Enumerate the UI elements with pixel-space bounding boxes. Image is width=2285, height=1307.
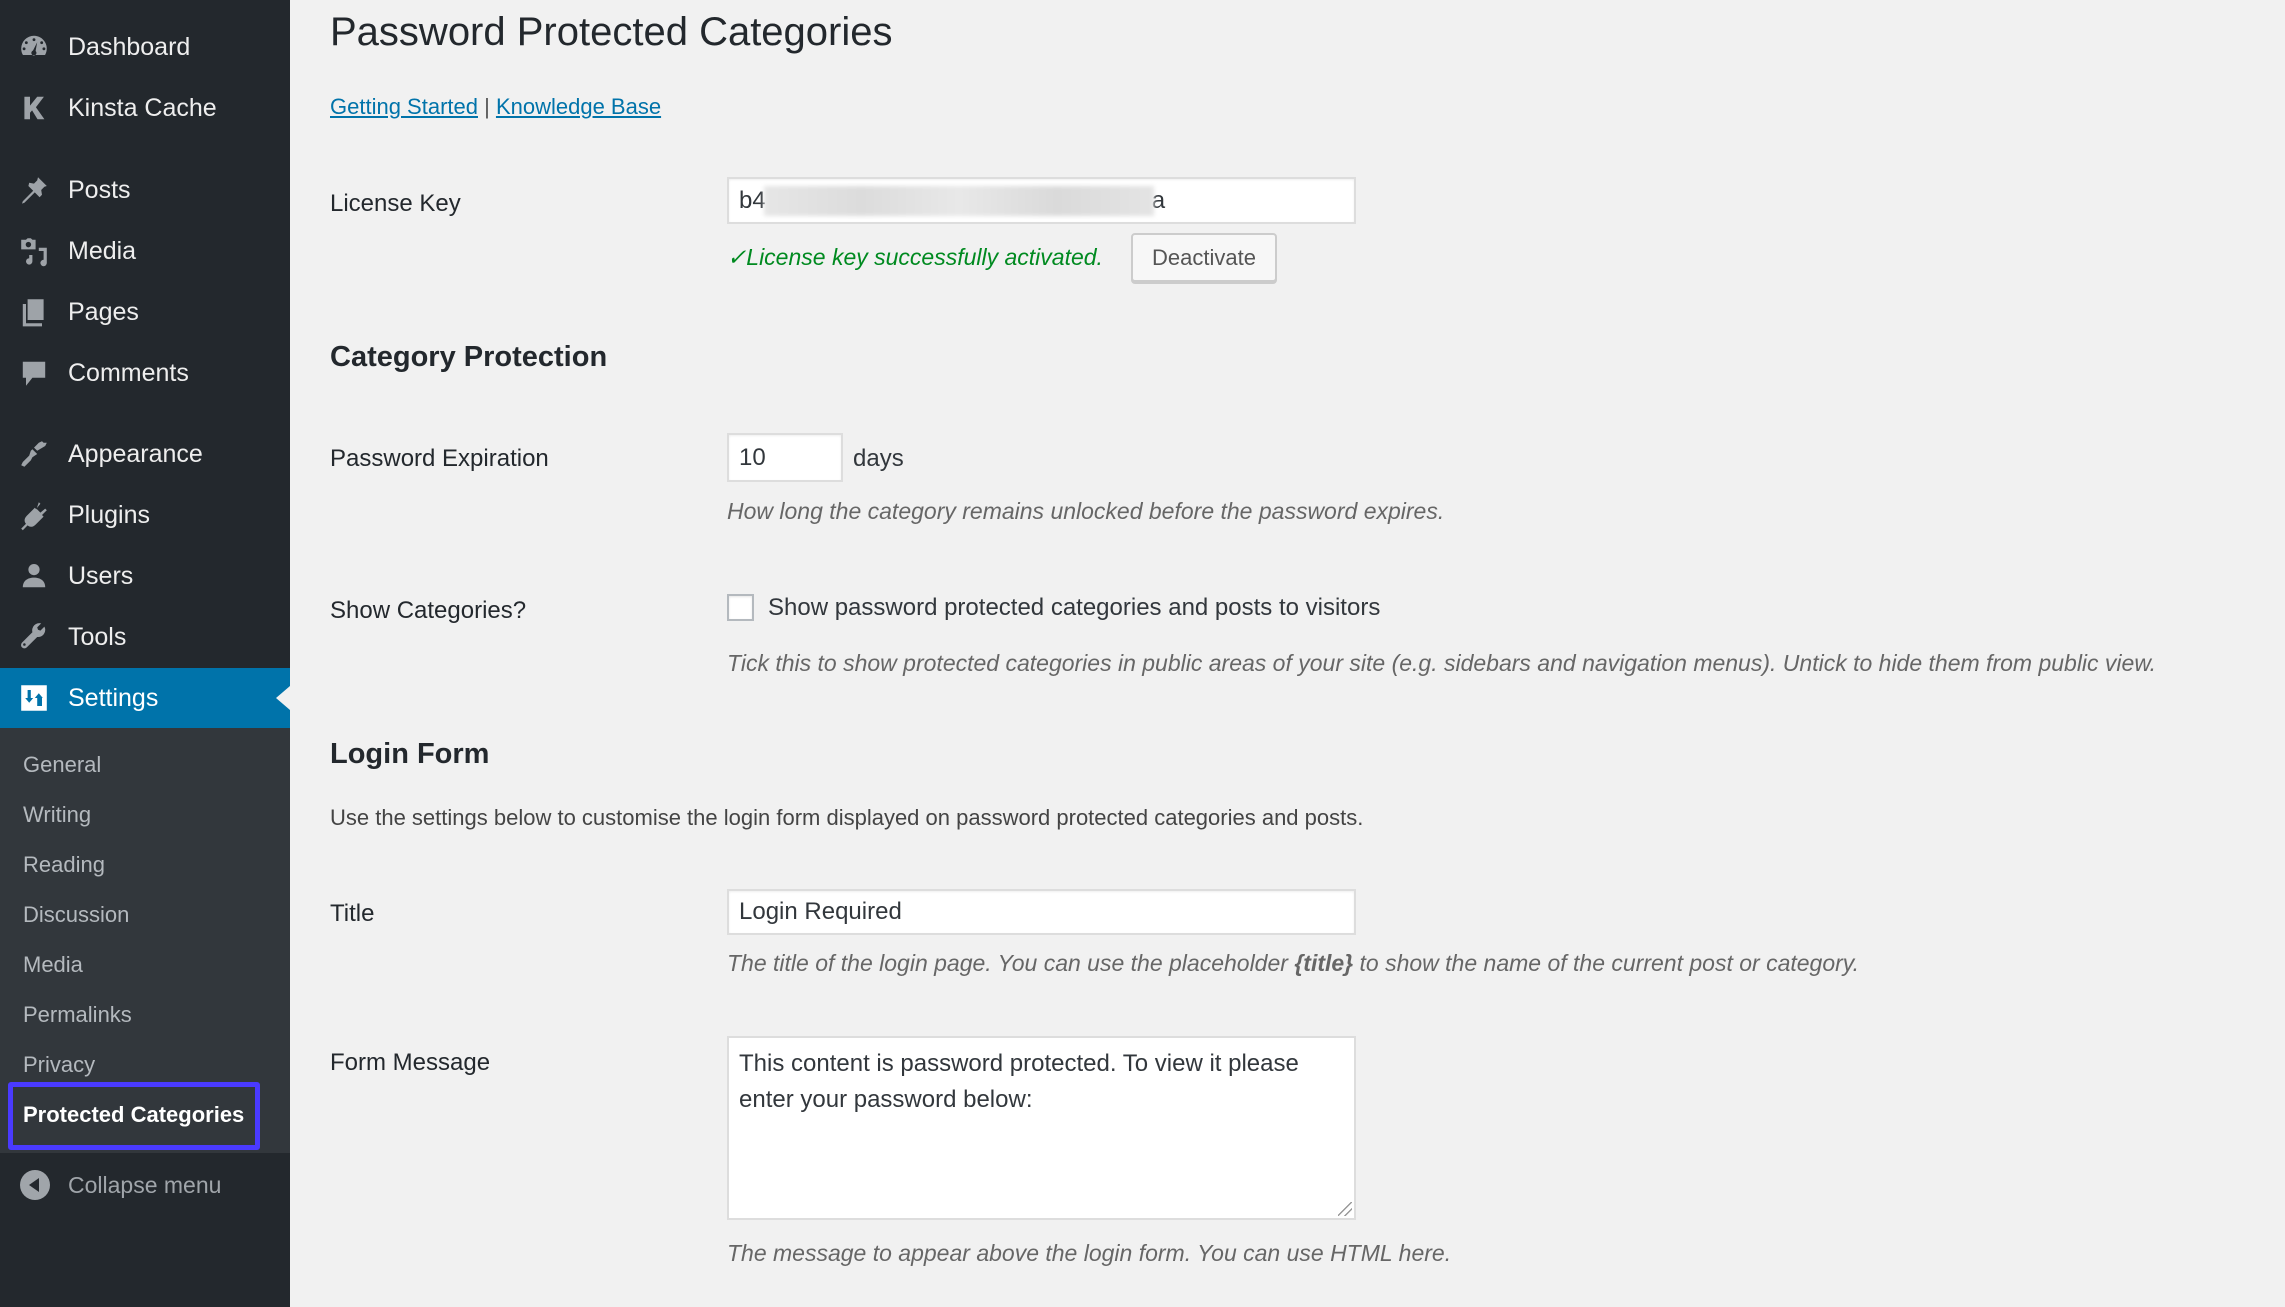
submenu-item-protected-categories[interactable]: Protected Categories bbox=[23, 1102, 244, 1128]
form-message-description: The message to appear above the login fo… bbox=[727, 1240, 1452, 1266]
help-links: Getting Started | Knowledge Base bbox=[330, 94, 661, 120]
license-key-redacted bbox=[763, 185, 1154, 216]
title-description: The title of the login page. You can use… bbox=[727, 950, 1859, 977]
password-expiration-input[interactable]: 10 bbox=[727, 433, 843, 482]
sidebar-item-label: Appearance bbox=[68, 439, 203, 468]
password-expiration-label: Password Expiration bbox=[330, 445, 549, 472]
getting-started-link[interactable]: Getting Started bbox=[330, 94, 478, 119]
show-categories-description: Tick this to show protected categories i… bbox=[727, 650, 2157, 676]
sidebar-item-plugins[interactable]: Plugins bbox=[0, 487, 290, 543]
brush-icon bbox=[16, 436, 52, 472]
main-content: Password Protected Categories Getting St… bbox=[290, 0, 2285, 1307]
sidebar-item-label: Comments bbox=[68, 358, 189, 387]
sidebar-item-label: Users bbox=[68, 561, 134, 590]
submenu-item-media[interactable]: Media bbox=[23, 952, 83, 978]
submenu-item-permalinks[interactable]: Permalinks bbox=[23, 1002, 132, 1028]
plug-icon bbox=[16, 497, 52, 533]
category-protection-heading: Category Protection bbox=[330, 341, 608, 373]
collapse-menu-label: Collapse menu bbox=[68, 1171, 222, 1198]
sidebar-item-label: Dashboard bbox=[68, 32, 191, 61]
pin-icon bbox=[16, 172, 52, 208]
sidebar-item-kinsta-cache[interactable]: Kinsta Cache bbox=[0, 80, 290, 136]
license-key-input[interactable]: b4 a bbox=[727, 177, 1356, 224]
submenu-item-reading[interactable]: Reading bbox=[23, 852, 105, 878]
form-message-label: Form Message bbox=[330, 1049, 491, 1076]
sidebar-item-dashboard[interactable]: Dashboard bbox=[0, 19, 290, 75]
form-message-textarea[interactable]: This content is password protected. To v… bbox=[727, 1036, 1356, 1220]
kinsta-icon bbox=[16, 90, 52, 126]
sidebar-item-label: Media bbox=[68, 236, 137, 265]
form-message-value: This content is password protected. To v… bbox=[739, 1050, 1299, 1113]
title-description-text: The title of the login page. You can use… bbox=[727, 950, 1295, 976]
show-categories-checkbox[interactable] bbox=[727, 594, 754, 621]
sidebar-item-pages[interactable]: Pages bbox=[0, 284, 290, 340]
submenu-item-discussion[interactable]: Discussion bbox=[23, 902, 129, 928]
sidebar-item-settings[interactable]: Settings bbox=[0, 668, 290, 728]
days-unit-label: days bbox=[853, 445, 904, 472]
sidebar-item-media[interactable]: Media bbox=[0, 223, 290, 279]
settings-icon bbox=[16, 680, 52, 716]
media-icon bbox=[16, 233, 52, 269]
knowledge-base-link[interactable]: Knowledge Base bbox=[496, 94, 661, 119]
resize-handle[interactable] bbox=[1338, 1202, 1352, 1216]
sidebar-item-comments[interactable]: Comments bbox=[0, 345, 290, 401]
user-icon bbox=[16, 558, 52, 594]
password-expiration-description: How long the category remains unlocked b… bbox=[727, 498, 1445, 524]
title-placeholder-token: {title} bbox=[1294, 950, 1354, 976]
collapse-menu-button[interactable]: Collapse menu bbox=[0, 1160, 290, 1210]
sidebar-item-tools[interactable]: Tools bbox=[0, 609, 290, 665]
link-separator: | bbox=[484, 94, 490, 119]
comment-icon bbox=[16, 355, 52, 391]
title-field-label: Title bbox=[330, 900, 375, 927]
sidebar-item-users[interactable]: Users bbox=[0, 548, 290, 604]
active-indicator-arrow bbox=[276, 686, 290, 710]
show-categories-label: Show Categories? bbox=[330, 597, 527, 624]
submenu-item-privacy[interactable]: Privacy bbox=[23, 1052, 95, 1078]
license-key-label: License Key bbox=[330, 190, 461, 217]
login-form-intro: Use the settings below to customise the … bbox=[330, 805, 1364, 830]
show-categories-checkbox-label[interactable]: Show password protected categories and p… bbox=[768, 594, 1380, 622]
submenu-item-writing[interactable]: Writing bbox=[23, 802, 91, 828]
dashboard-icon bbox=[16, 29, 52, 65]
title-input[interactable]: Login Required bbox=[727, 889, 1356, 935]
admin-sidebar: Dashboard Kinsta Cache Posts Media Pages… bbox=[0, 0, 290, 1307]
sidebar-item-label: Tools bbox=[68, 622, 127, 651]
license-key-prefix: b4 bbox=[739, 186, 766, 214]
deactivate-button[interactable]: Deactivate bbox=[1131, 233, 1277, 282]
license-success-message: ✓License key successfully activated. bbox=[727, 244, 1103, 270]
pages-icon bbox=[16, 294, 52, 330]
login-form-heading: Login Form bbox=[330, 738, 490, 770]
page-title: Password Protected Categories bbox=[330, 10, 893, 54]
title-description-text: to show the name of the current post or … bbox=[1353, 950, 1859, 976]
license-key-suffix: a bbox=[1151, 186, 1166, 214]
sidebar-item-label: Pages bbox=[68, 297, 139, 326]
collapse-arrow-icon bbox=[20, 1170, 50, 1200]
sidebar-item-label: Settings bbox=[68, 683, 159, 712]
sidebar-item-label: Posts bbox=[68, 175, 131, 204]
sidebar-item-label: Plugins bbox=[68, 500, 150, 529]
sidebar-item-posts[interactable]: Posts bbox=[0, 162, 290, 218]
sidebar-item-appearance[interactable]: Appearance bbox=[0, 426, 290, 482]
wrench-icon bbox=[16, 619, 52, 655]
submenu-item-general[interactable]: General bbox=[23, 752, 101, 778]
sidebar-item-label: Kinsta Cache bbox=[68, 93, 217, 122]
